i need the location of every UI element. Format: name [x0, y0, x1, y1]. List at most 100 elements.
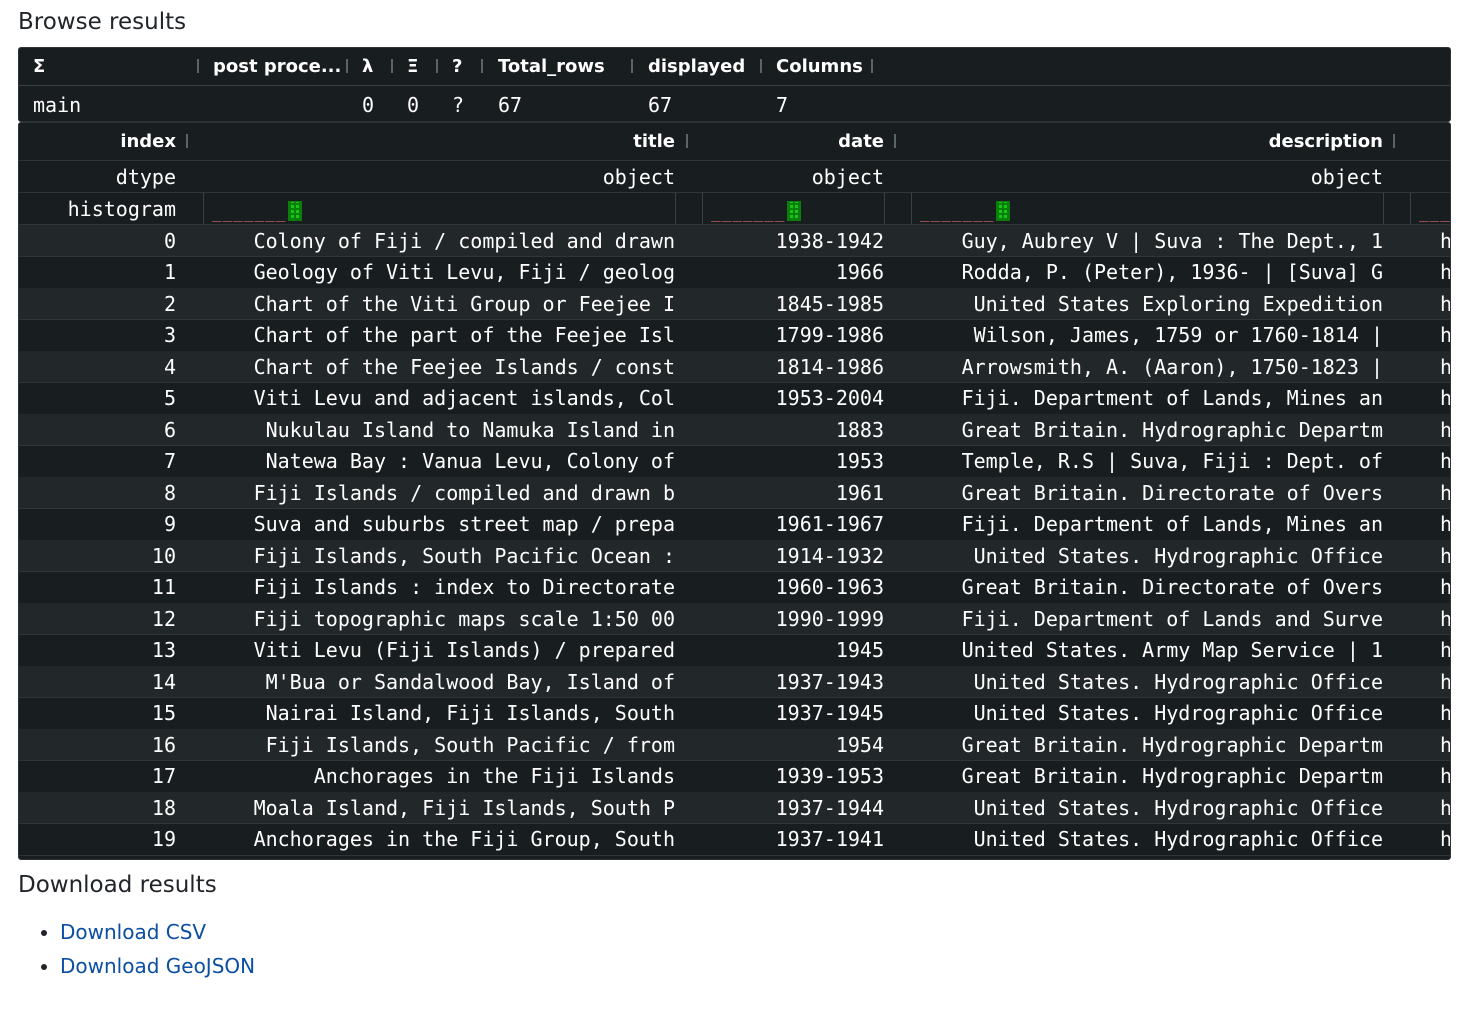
index-cell[interactable]: 11 — [19, 572, 176, 603]
index-column-header[interactable]: index — [19, 123, 176, 160]
date-cell[interactable]: 1814-1986 — [709, 351, 884, 382]
column-resize-handle[interactable] — [481, 59, 483, 73]
description-cell[interactable]: United States. Army Map Service | 1 — [917, 635, 1383, 666]
xi-header[interactable]: Ξ — [407, 48, 431, 85]
description-cell[interactable]: Rodda, P. (Peter), 1936- | [Suva] G — [917, 257, 1383, 288]
next-column-cell[interactable]: h — [1440, 792, 1450, 823]
next-column-cell[interactable]: h — [1440, 383, 1450, 414]
column-resize-handle[interactable] — [760, 59, 762, 73]
table-row[interactable]: 15 Nairai Island, Fiji Islands, South 193… — [19, 698, 1450, 730]
index-cell[interactable]: 13 — [19, 635, 176, 666]
table-row[interactable]: 0 Colony of Fiji / compiled and drawn 1938… — [19, 225, 1450, 257]
title-cell[interactable]: M'Bua or Sandalwood Bay, Island of — [209, 666, 675, 697]
date-cell[interactable]: 1914-1932 — [709, 540, 884, 571]
next-column-cell[interactable]: h — [1440, 572, 1450, 603]
column-resize-handle[interactable] — [1393, 134, 1395, 148]
total-rows-header[interactable]: Total_rows — [498, 48, 628, 85]
index-cell[interactable]: 9 — [19, 509, 176, 540]
index-cell[interactable]: 4 — [19, 351, 176, 382]
index-cell[interactable]: 19 — [19, 824, 176, 855]
description-cell[interactable]: United States. Hydrographic Office — [917, 824, 1383, 855]
date-cell[interactable]: 1937-1945 — [709, 698, 884, 729]
table-row[interactable]: 4 Chart of the Feejee Islands / const 1814… — [19, 351, 1450, 383]
date-cell[interactable]: 1961-1967 — [709, 509, 884, 540]
description-cell[interactable]: United States. Hydrographic Office — [917, 792, 1383, 823]
description-cell[interactable]: United States. Hydrographic Office — [917, 666, 1383, 697]
index-cell[interactable]: 1 — [19, 257, 176, 288]
title-cell[interactable]: Natewa Bay : Vanua Levu, Colony of — [209, 446, 675, 477]
title-cell[interactable]: Nairai Island, Fiji Islands, South — [209, 698, 675, 729]
title-cell[interactable]: Fiji Islands / compiled and drawn b — [209, 477, 675, 508]
table-row[interactable]: 12 Fiji topographic maps scale 1:50 00 199… — [19, 603, 1450, 635]
index-cell[interactable]: 0 — [19, 225, 176, 256]
date-cell[interactable]: 1960-1963 — [709, 572, 884, 603]
date-cell[interactable]: 1937-1943 — [709, 666, 884, 697]
date-cell[interactable]: 1937-1941 — [709, 824, 884, 855]
next-column-cell[interactable]: h — [1440, 824, 1450, 855]
date-cell[interactable]: 1938-1942 — [709, 225, 884, 256]
title-cell[interactable]: Moala Island, Fiji Islands, South P — [209, 792, 675, 823]
table-row[interactable]: 16 Fiji Islands, South Pacific / from 195… — [19, 729, 1450, 761]
next-column-cell[interactable]: h — [1440, 698, 1450, 729]
date-cell[interactable]: 1966 — [709, 257, 884, 288]
lambda-header[interactable]: λ — [362, 48, 386, 85]
date-cell[interactable]: 1799-1986 — [709, 320, 884, 351]
column-resize-handle[interactable] — [871, 59, 873, 73]
title-cell[interactable]: Anchorages in the Fiji Group, South — [209, 824, 675, 855]
next-column-cell[interactable]: h — [1440, 288, 1450, 319]
date-column-header[interactable]: date — [709, 123, 884, 160]
description-cell[interactable]: Fiji. Department of Lands and Surve — [917, 603, 1383, 634]
results-data-grid[interactable]: index title date description dtype objec… — [18, 122, 1451, 860]
title-cell[interactable]: Viti Levu (Fiji Islands) / prepared — [209, 635, 675, 666]
title-cell[interactable]: Anchorages in the Fiji Islands — [209, 761, 675, 792]
table-row[interactable]: 17 Anchorages in the Fiji Islands 1939-195… — [19, 761, 1450, 793]
description-cell[interactable]: Fiji. Department of Lands, Mines an — [917, 509, 1383, 540]
table-row[interactable]: 18 Moala Island, Fiji Islands, South P 193… — [19, 792, 1450, 824]
date-cell[interactable]: 1939-1953 — [709, 761, 884, 792]
description-cell[interactable]: United States Exploring Expedition — [917, 288, 1383, 319]
column-resize-handle[interactable] — [686, 134, 688, 148]
table-row[interactable]: 11 Fiji Islands : index to Directorate 196… — [19, 572, 1450, 604]
date-cell[interactable]: 1953 — [709, 446, 884, 477]
table-row[interactable]: 2 Chart of the Viti Group or Feejee I 1845… — [19, 288, 1450, 320]
next-column-cell[interactable]: h — [1440, 635, 1450, 666]
question-header[interactable]: ? — [452, 48, 476, 85]
next-column-cell[interactable]: h — [1440, 446, 1450, 477]
next-column-cell[interactable]: h — [1440, 540, 1450, 571]
title-cell[interactable]: Fiji Islands, South Pacific / from — [209, 729, 675, 760]
column-resize-handle[interactable] — [197, 59, 199, 73]
index-cell[interactable]: 5 — [19, 383, 176, 414]
description-cell[interactable]: United States. Hydrographic Office — [917, 540, 1383, 571]
date-cell[interactable]: 1883 — [709, 414, 884, 445]
table-row[interactable]: 8 Fiji Islands / compiled and drawn b 1961… — [19, 477, 1450, 509]
index-cell[interactable]: 14 — [19, 666, 176, 697]
title-cell[interactable]: Chart of the Feejee Islands / const — [209, 351, 675, 382]
next-column-cell[interactable]: h — [1440, 257, 1450, 288]
index-cell[interactable]: 8 — [19, 477, 176, 508]
date-cell[interactable]: 1953-2004 — [709, 383, 884, 414]
title-cell[interactable]: Nukulau Island to Namuka Island in — [209, 414, 675, 445]
title-cell[interactable]: Suva and suburbs street map / prepa — [209, 509, 675, 540]
index-cell[interactable]: 2 — [19, 288, 176, 319]
date-cell[interactable]: 1937-1944 — [709, 792, 884, 823]
download-csv-link[interactable]: Download CSV — [60, 920, 206, 944]
title-cell[interactable]: Fiji topographic maps scale 1:50 00 — [209, 603, 675, 634]
title-cell[interactable]: Chart of the Viti Group or Feejee I — [209, 288, 675, 319]
next-column-cell[interactable]: h — [1440, 414, 1450, 445]
description-cell[interactable]: Great Britain. Hydrographic Departm — [917, 729, 1383, 760]
column-resize-handle[interactable] — [631, 59, 633, 73]
index-cell[interactable]: 17 — [19, 761, 176, 792]
table-row[interactable]: 13 Viti Levu (Fiji Islands) / prepared 194… — [19, 635, 1450, 667]
table-row[interactable]: 14 M'Bua or Sandalwood Bay, Island of 193… — [19, 666, 1450, 698]
table-row[interactable]: 6 Nukulau Island to Namuka Island in 1883 G… — [19, 414, 1450, 446]
column-resize-handle[interactable] — [391, 59, 393, 73]
description-cell[interactable]: Wilson, James, 1759 or 1760-1814 | — [917, 320, 1383, 351]
next-column-cell[interactable]: h — [1440, 477, 1450, 508]
index-cell[interactable]: 7 — [19, 446, 176, 477]
column-resize-handle[interactable] — [346, 59, 348, 73]
index-cell[interactable]: 10 — [19, 540, 176, 571]
description-cell[interactable]: Arrowsmith, A. (Aaron), 1750-1823 | — [917, 351, 1383, 382]
next-column-cell[interactable]: h — [1440, 729, 1450, 760]
title-cell[interactable]: Chart of the part of the Feejee Isl — [209, 320, 675, 351]
description-cell[interactable]: Fiji. Department of Lands, Mines an — [917, 383, 1383, 414]
